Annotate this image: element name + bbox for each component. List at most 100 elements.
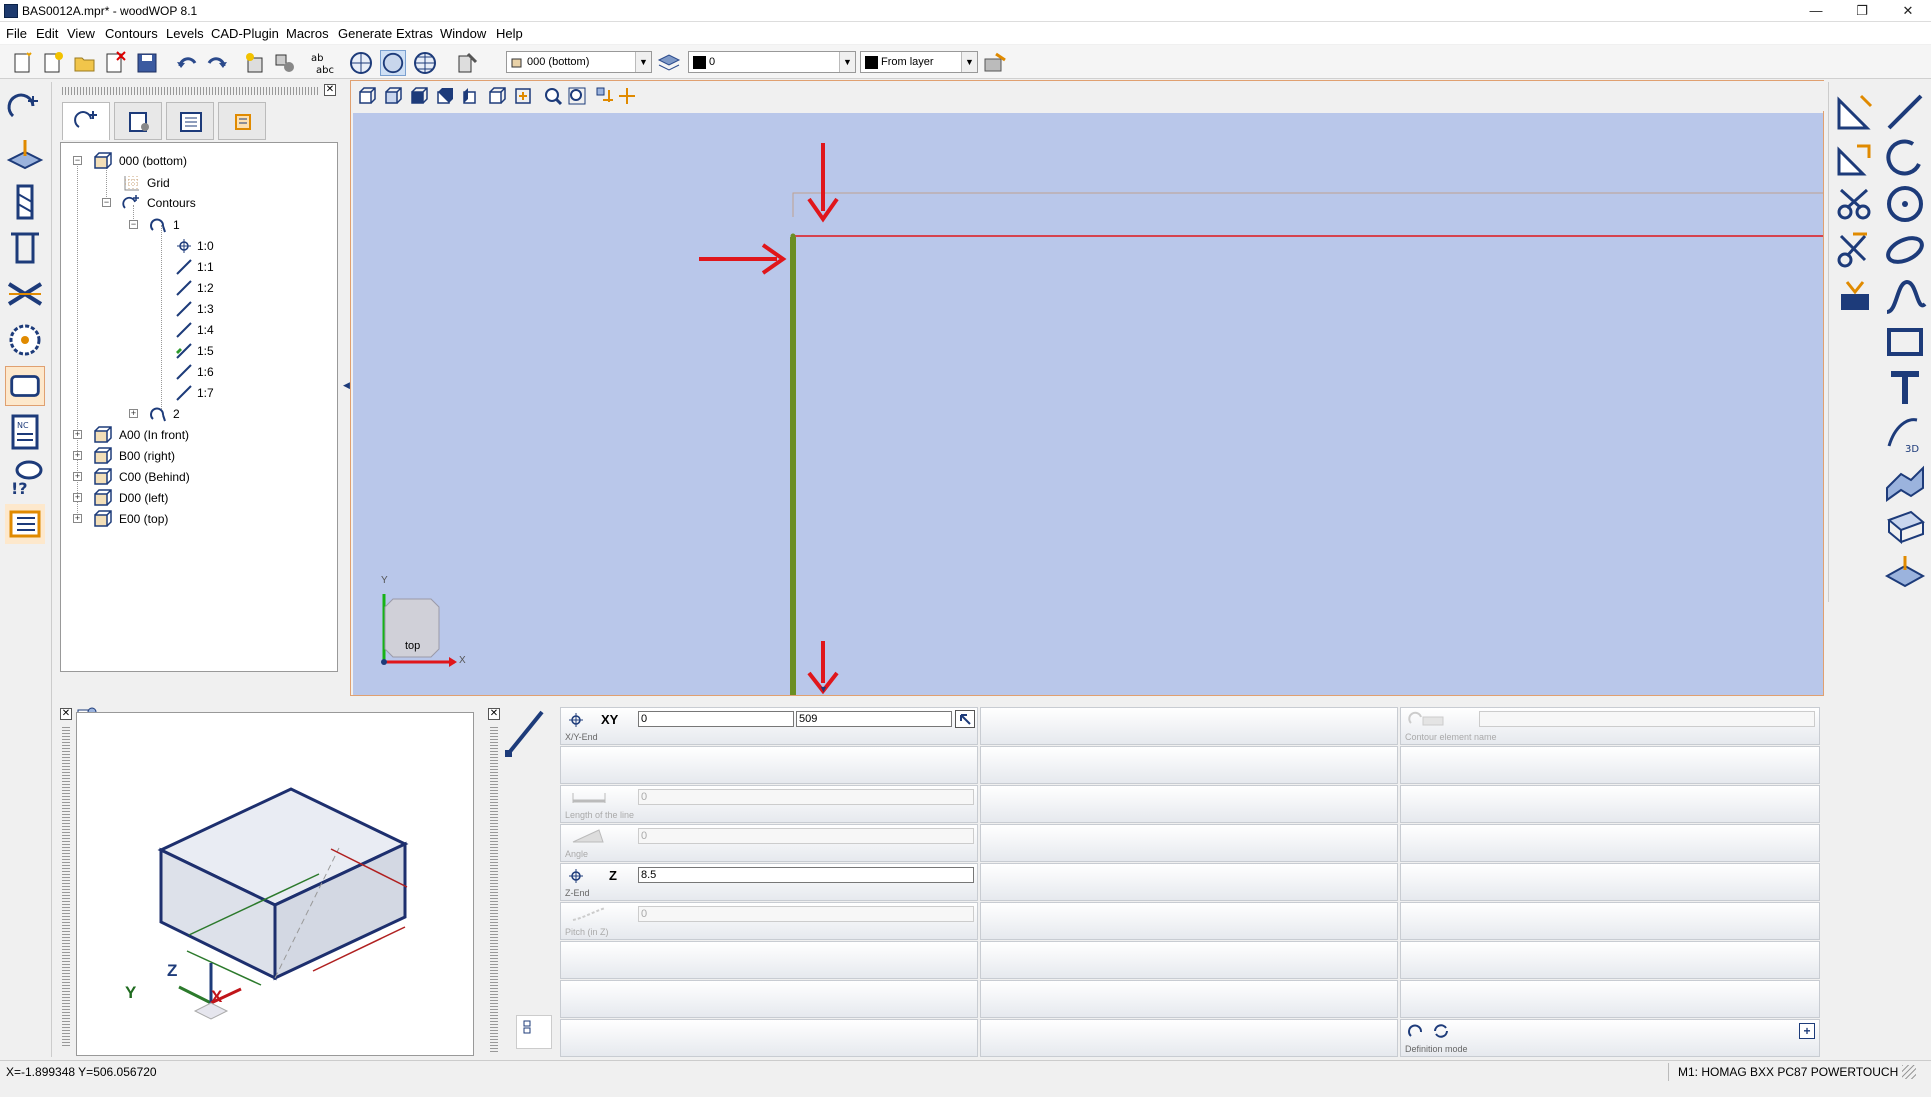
- level-combo[interactable]: 000 (bottom) ▼: [506, 51, 652, 73]
- open-folder-icon[interactable]: [72, 50, 98, 76]
- expand-icon[interactable]: +: [73, 451, 82, 460]
- tree-node-level-d00[interactable]: + D00 (left): [61, 488, 331, 508]
- tree-node-1-0[interactable]: 1:0: [61, 236, 331, 256]
- tab-components[interactable]: [114, 102, 162, 140]
- replace-text-icon[interactable]: ababc: [308, 50, 334, 76]
- redo-icon[interactable]: [204, 50, 230, 76]
- tree-node-level[interactable]: − 000 (bottom): [61, 151, 331, 171]
- snap-icon[interactable]: [595, 86, 615, 106]
- tab-variables[interactable]: [166, 102, 214, 140]
- expand-icon[interactable]: +: [73, 472, 82, 481]
- tree-node-grid[interactable]: Grid: [61, 173, 331, 193]
- pitch-input[interactable]: 0: [638, 906, 974, 922]
- zoom-window-icon[interactable]: [567, 86, 587, 106]
- tree-node-1-3[interactable]: 1:3: [61, 299, 331, 319]
- view-top-icon[interactable]: [409, 86, 429, 106]
- menu-macros[interactable]: Macros: [286, 26, 329, 41]
- menu-contours[interactable]: Contours: [105, 26, 158, 41]
- tree-node-1-5[interactable]: 1:5: [61, 341, 331, 361]
- nc-program-icon[interactable]: NC: [5, 412, 45, 452]
- menu-window[interactable]: Window: [440, 26, 486, 41]
- tree-node-1-7[interactable]: 1:7: [61, 383, 331, 403]
- color-combo[interactable]: From layer ▼: [860, 51, 978, 73]
- view-back-icon[interactable]: [487, 86, 507, 106]
- extrude-tool-icon[interactable]: [1883, 504, 1927, 548]
- groove-tool-icon[interactable]: [5, 274, 45, 314]
- insert-component-icon[interactable]: [242, 50, 268, 76]
- y-end-input[interactable]: 509: [796, 711, 952, 727]
- tree-node-1-2[interactable]: 1:2: [61, 278, 331, 298]
- maximize-button[interactable]: ❐: [1839, 0, 1885, 22]
- collapse-icon[interactable]: −: [129, 220, 138, 229]
- drill-tool-icon[interactable]: [5, 182, 45, 222]
- target-icon[interactable]: [569, 869, 583, 883]
- draw-spline-icon[interactable]: [1883, 274, 1927, 318]
- menu-extras[interactable]: Extras: [396, 26, 433, 41]
- contour-mode-icon[interactable]: [1407, 1022, 1427, 1040]
- tree-node-level-e00[interactable]: + E00 (top): [61, 509, 331, 529]
- expand-icon[interactable]: +: [73, 514, 82, 523]
- iso-close-icon[interactable]: ✕: [60, 708, 72, 720]
- draw-3d-curve-icon[interactable]: 3D: [1883, 412, 1927, 456]
- tree-close-icon[interactable]: ✕: [324, 84, 336, 96]
- menu-file[interactable]: File: [6, 26, 27, 41]
- selected-contour-line[interactable]: [790, 237, 796, 695]
- panel-grip[interactable]: [62, 87, 320, 95]
- vertical-mill-icon[interactable]: [5, 228, 45, 268]
- view-sphere-icon[interactable]: [380, 50, 406, 76]
- view-globe-icon[interactable]: [348, 50, 374, 76]
- variable-list-icon[interactable]: [5, 504, 45, 544]
- trim-tool-icon[interactable]: [1833, 228, 1877, 272]
- collapse-icon[interactable]: −: [102, 198, 111, 207]
- close-file-icon[interactable]: [102, 50, 128, 76]
- splitter-down-icon[interactable]: ▼: [819, 684, 828, 694]
- menu-cad-plugin[interactable]: CAD-Plugin: [211, 26, 279, 41]
- resize-grip[interactable]: [1902, 1065, 1916, 1079]
- mode-toggle[interactable]: [516, 1015, 552, 1049]
- surface-tool-icon[interactable]: [1883, 458, 1927, 502]
- pick-point-button[interactable]: [955, 710, 975, 728]
- collapse-icon[interactable]: −: [73, 156, 82, 165]
- tree-node-1-6[interactable]: 1:6: [61, 362, 331, 382]
- draw-ellipse-icon[interactable]: [1883, 228, 1927, 272]
- layers-icon[interactable]: [656, 50, 682, 76]
- menu-view[interactable]: View: [67, 26, 95, 41]
- expand-icon[interactable]: +: [129, 409, 138, 418]
- tab-contours[interactable]: [62, 102, 110, 140]
- minimize-button[interactable]: —: [1793, 0, 1839, 22]
- view-left-icon[interactable]: [461, 86, 481, 106]
- props-close-icon[interactable]: ✕: [488, 708, 500, 720]
- draw-arc-icon[interactable]: [1883, 136, 1927, 180]
- view-iso-icon[interactable]: [357, 86, 377, 106]
- z-end-input[interactable]: 8.5: [638, 867, 974, 883]
- view-fit-icon[interactable]: [513, 86, 533, 106]
- view-right-icon[interactable]: [435, 86, 455, 106]
- layer-settings-icon[interactable]: [982, 50, 1008, 76]
- draw-text-icon[interactable]: [1883, 366, 1927, 410]
- drawing-canvas[interactable]: top Y X ▼: [353, 113, 1823, 695]
- tree-node-contour-1[interactable]: − 1: [61, 215, 331, 235]
- toolbox-icon[interactable]: [1833, 274, 1877, 318]
- x-end-input[interactable]: 0: [638, 711, 794, 727]
- angle-dimension-icon[interactable]: [1833, 136, 1877, 180]
- plane-extrude-icon[interactable]: [1883, 550, 1927, 594]
- menu-generate[interactable]: Generate: [338, 26, 392, 41]
- close-button[interactable]: ✕: [1885, 0, 1931, 22]
- zoom-in-icon[interactable]: [543, 86, 563, 106]
- contour-name-input[interactable]: [1479, 711, 1815, 727]
- crosshair-icon[interactable]: [617, 86, 637, 106]
- tree-node-level-a00[interactable]: + A00 (In front): [61, 425, 331, 445]
- menu-help[interactable]: Help: [496, 26, 523, 41]
- expand-icon[interactable]: +: [73, 430, 82, 439]
- panel-grip[interactable]: [62, 726, 70, 1046]
- draw-rectangle-icon[interactable]: [1883, 320, 1927, 364]
- panel-grip[interactable]: [490, 726, 498, 1052]
- new-wizard-icon[interactable]: [40, 50, 66, 76]
- brush-tool-icon[interactable]: [454, 50, 480, 76]
- angle-input[interactable]: 0: [638, 828, 974, 844]
- view-grid-globe-icon[interactable]: [412, 50, 438, 76]
- save-icon[interactable]: [134, 50, 160, 76]
- splitter-collapse-icon[interactable]: ◀: [343, 380, 350, 392]
- menu-levels[interactable]: Levels: [166, 26, 204, 41]
- contour-tool-icon[interactable]: [5, 90, 45, 130]
